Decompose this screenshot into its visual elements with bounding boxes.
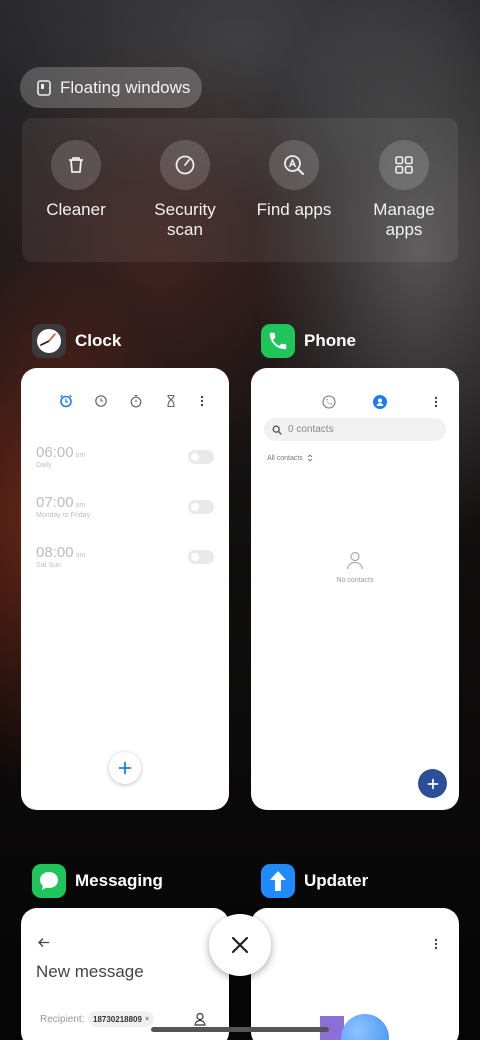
empty-contacts-icon	[346, 551, 364, 570]
messaging-app-card[interactable]: New message Recipient: 18730218809 ×	[21, 908, 229, 1040]
find-apps-button[interactable]: Find apps	[244, 140, 344, 220]
manage-apps-button[interactable]: Manage apps	[354, 140, 454, 240]
alarm-toggle[interactable]	[188, 550, 214, 564]
security-scan-button[interactable]: Security scan	[135, 140, 235, 240]
contacts-filter-label: All contacts	[267, 454, 303, 462]
stopwatch-tab-icon[interactable]	[129, 394, 143, 408]
updater-app-icon	[261, 864, 295, 898]
alarm-time: 07:00	[36, 494, 74, 511]
world-clock-tab-icon[interactable]	[94, 394, 108, 408]
sort-icon	[307, 454, 313, 462]
remove-recipient-icon[interactable]: ×	[145, 1016, 149, 1023]
clear-all-button[interactable]	[209, 914, 271, 976]
plus-icon	[427, 778, 438, 789]
clock-app-header[interactable]: Clock	[32, 324, 121, 358]
alarm-ampm: am	[75, 502, 86, 509]
search-placeholder: 0 contacts	[288, 424, 334, 435]
close-icon	[231, 936, 249, 954]
alarm-toggle[interactable]	[188, 500, 214, 514]
manage-apps-label: Manage apps	[373, 200, 435, 239]
floating-window-icon	[37, 79, 51, 96]
back-arrow-icon[interactable]	[37, 937, 50, 948]
more-menu-icon[interactable]	[433, 395, 439, 409]
contacts-filter-dropdown[interactable]: All contacts	[267, 454, 313, 462]
recipient-number: 18730218809	[93, 1014, 142, 1024]
search-icon	[272, 425, 282, 435]
add-alarm-button[interactable]	[109, 752, 141, 784]
messaging-app-icon	[32, 864, 66, 898]
clock-app-icon	[32, 324, 66, 358]
updater-illustration-circle	[341, 1014, 389, 1040]
grid-icon	[395, 156, 413, 174]
clock-tabs	[59, 394, 205, 408]
quick-tools-panel: Cleaner Security scan Find apps Manage a…	[22, 118, 458, 262]
add-contact-button[interactable]	[418, 769, 447, 798]
alarm-time: 08:00	[36, 544, 74, 561]
alarm-repeat: Daily	[36, 462, 52, 469]
contacts-search-input[interactable]: 0 contacts	[264, 418, 446, 441]
more-menu-icon[interactable]	[433, 937, 439, 951]
contact-picker-icon[interactable]	[194, 1012, 206, 1026]
security-scan-icon	[175, 155, 195, 175]
recipient-chip[interactable]: 18730218809 ×	[88, 1011, 155, 1027]
phone-app-card[interactable]: 0 contacts All contacts No contacts	[251, 368, 459, 810]
alarm-toggle[interactable]	[188, 450, 214, 464]
find-apps-icon	[284, 155, 304, 175]
phone-app-name: Phone	[304, 331, 356, 350]
alarm-ampm: am	[75, 552, 86, 559]
phone-app-icon	[261, 324, 295, 358]
call-log-tab-icon[interactable]	[322, 395, 336, 409]
alarm-ampm: am	[75, 452, 86, 459]
alarm-tab-icon[interactable]	[59, 394, 73, 408]
recipient-label: Recipient:	[40, 1014, 85, 1025]
alarm-repeat: Monday to Friday	[36, 512, 91, 519]
empty-contacts-text: No contacts	[336, 577, 374, 584]
clock-app-card[interactable]: 06:00 am Daily 07:00 am Monday to Friday 0…	[21, 368, 229, 810]
messaging-app-header[interactable]: Messaging	[32, 864, 163, 898]
contacts-tab-icon[interactable]	[373, 395, 387, 409]
updater-app-header[interactable]: Updater	[261, 864, 368, 898]
messaging-app-name: Messaging	[75, 871, 163, 890]
alarm-repeat: Sat Sun	[36, 562, 61, 569]
plus-icon	[118, 761, 132, 775]
more-menu-icon[interactable]	[199, 394, 205, 408]
updater-app-card[interactable]	[251, 908, 459, 1040]
find-apps-label: Find apps	[256, 200, 332, 219]
cleaner-label: Cleaner	[46, 200, 106, 219]
trash-icon	[69, 157, 83, 173]
alarm-time: 06:00	[36, 444, 74, 461]
floating-windows-label: Floating windows	[60, 77, 191, 97]
updater-app-name: Updater	[304, 871, 369, 890]
home-gesture-handle[interactable]	[151, 1027, 329, 1032]
new-message-title: New message	[36, 962, 144, 981]
clock-app-name: Clock	[75, 331, 122, 350]
timer-tab-icon[interactable]	[164, 394, 178, 408]
security-scan-label: Security scan	[154, 200, 216, 239]
phone-app-header[interactable]: Phone	[261, 324, 356, 358]
floating-windows-button[interactable]: Floating windows	[20, 67, 202, 108]
cleaner-button[interactable]: Cleaner	[26, 140, 126, 220]
